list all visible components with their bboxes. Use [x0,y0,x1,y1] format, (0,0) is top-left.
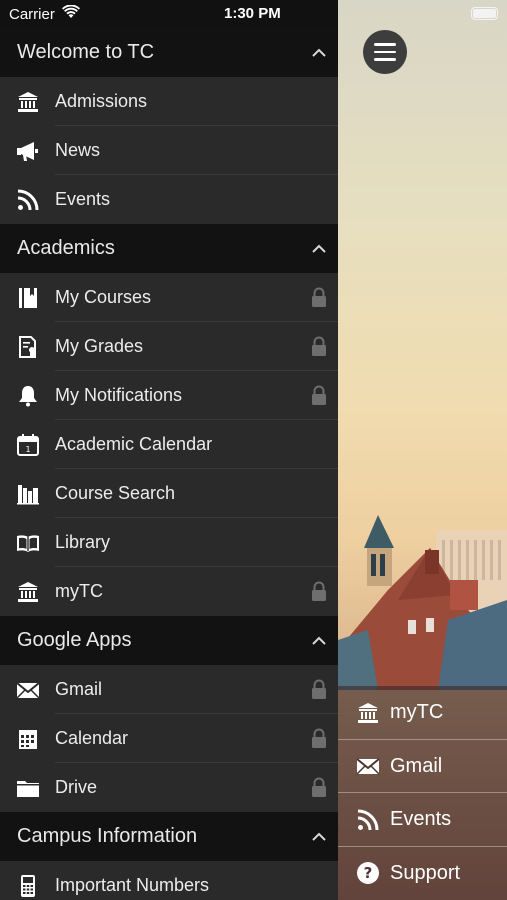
section-title: Campus Information [17,825,198,847]
building-illustration [338,515,507,690]
section-title: Welcome to TC [17,41,155,63]
menu-item-mytc[interactable]: myTC [0,567,338,616]
menu-item-label: Important Numbers [55,875,210,895]
menu-item-my-grades[interactable]: My Grades [0,322,338,371]
phone-icon [16,874,40,898]
quick-link-gmail[interactable]: Gmail [338,740,507,794]
menu-item-label: Events [55,189,111,209]
lock-icon [312,287,326,307]
rss-icon [356,808,380,832]
hamburger-menu-button[interactable] [363,30,407,74]
menu-item-events[interactable]: Events [0,175,338,224]
section-title: Google Apps [17,629,132,651]
quick-link-support[interactable]: ? Support [338,847,507,900]
menu-item-course-search[interactable]: Course Search [0,469,338,518]
menu-item-important-numbers[interactable]: Important Numbers [0,861,338,900]
menu-item-label: Course Search [55,483,176,503]
menu-item-academic-calendar[interactable]: 1 Academic Calendar [0,420,338,469]
folder-icon [16,776,40,800]
bell-icon [16,384,40,408]
section-header-welcome[interactable]: Welcome to TC [0,28,338,77]
quick-link-events[interactable]: Events [338,793,507,847]
clock-time: 1:30 PM [224,5,281,22]
quick-link-mytc[interactable]: myTC [338,686,507,740]
lock-icon [312,385,326,405]
menu-item-label: News [55,140,101,160]
menu-item-label: Calendar [55,728,129,748]
section-header-campus-information[interactable]: Campus Information [0,812,338,861]
wifi-icon [62,5,80,18]
menu-item-label: My Grades [55,336,144,356]
lock-icon [312,777,326,797]
menu-item-my-courses[interactable]: My Courses [0,273,338,322]
menu-bar [374,43,396,46]
quick-link-label: myTC [390,701,444,724]
svg-text:?: ? [364,864,373,882]
menu-item-label: Drive [55,777,98,797]
section-header-google-apps[interactable]: Google Apps [0,616,338,665]
bank-icon [16,580,40,604]
menu-item-label: myTC [55,581,103,601]
battery-icon [471,7,498,20]
quick-links-panel: myTC Gmail Events ? Support [338,686,507,900]
question-circle-icon: ? [356,861,380,885]
menu-item-label: My Notifications [55,385,183,405]
menu-item-news[interactable]: News [0,126,338,175]
menu-item-my-notifications[interactable]: My Notifications [0,371,338,420]
envelope-icon [356,754,380,778]
menu-item-admissions[interactable]: Admissions [0,77,338,126]
section-header-academics[interactable]: Academics [0,224,338,273]
menu-item-library[interactable]: Library [0,518,338,567]
envelope-icon [16,678,40,702]
quick-link-label: Support [390,861,461,884]
bank-icon [16,90,40,114]
menu-item-label: Library [55,532,111,552]
grid-calendar-icon [16,727,40,751]
menu-item-label: Academic Calendar [55,434,213,454]
calendar-icon: 1 [16,433,40,457]
certificate-icon [16,335,40,359]
menu-bar [374,50,396,54]
menu-item-label: Admissions [55,91,148,111]
lock-icon [312,728,326,748]
lock-icon [312,336,326,356]
carrier-label: Carrier [9,6,55,23]
lock-icon [312,581,326,601]
menu-item-label: My Courses [55,287,152,307]
menu-item-drive[interactable]: Drive [0,763,338,812]
chevron-up-icon [312,832,326,841]
chevron-up-icon [312,636,326,645]
section-title: Academics [17,237,115,259]
lock-icon [312,679,326,699]
menu-item-calendar[interactable]: Calendar [0,714,338,763]
menu-item-gmail[interactable]: Gmail [0,665,338,714]
menu-bar [374,58,396,61]
status-bar: Carrier 1:30 PM [0,0,507,28]
chevron-up-icon [312,244,326,253]
side-drawer: Welcome to TC Admissions News Events Aca… [0,0,338,900]
quick-link-label: Gmail [390,754,443,777]
chevron-up-icon [312,48,326,57]
menu-item-label: Gmail [55,679,103,699]
open-book-icon [16,531,40,555]
megaphone-icon [16,139,40,163]
notebook-icon [16,286,40,310]
books-icon [16,482,40,506]
svg-text:1: 1 [25,445,30,454]
rss-icon [16,188,40,212]
bank-icon [356,701,380,725]
quick-link-label: Events [390,808,452,831]
